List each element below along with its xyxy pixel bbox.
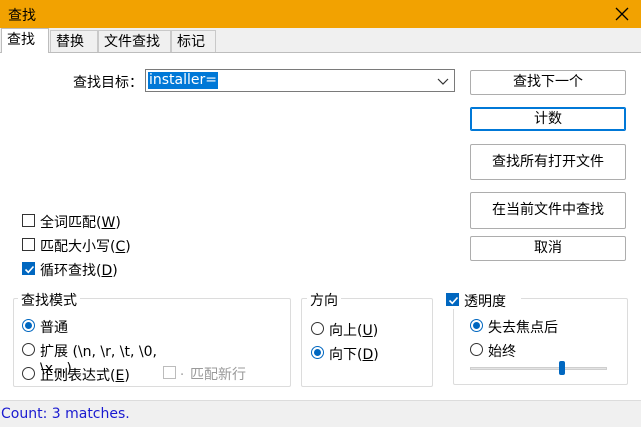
direction-up-option[interactable]: 向上(U) — [311, 320, 391, 339]
tab-find-in-files-label: 文件查找 — [104, 34, 160, 50]
title-bar: 查找 — [0, 0, 641, 28]
direction-down-label: 向下(D) — [329, 347, 379, 363]
tab-find-in-files[interactable]: 文件查找 — [98, 30, 171, 52]
tab-find-label: 查找 — [7, 32, 35, 48]
direction-group — [301, 298, 433, 387]
find-in-current-button[interactable]: 在当前文件中查找 — [470, 192, 626, 229]
tab-find[interactable]: 查找 — [1, 28, 49, 53]
status-text: Count: 3 matches. — [1, 406, 130, 422]
match-case-option[interactable]: 匹配大小写(C) — [22, 236, 152, 255]
mode-regex-radio[interactable] — [22, 367, 35, 380]
wrap-around-checkbox[interactable] — [22, 262, 35, 275]
match-newline-key: . — [180, 364, 185, 379]
transparency-always-radio[interactable] — [470, 343, 483, 356]
whole-word-label: 全词匹配(W) — [40, 215, 121, 231]
mode-normal-label: 普通 — [40, 320, 68, 336]
whole-word-checkbox[interactable] — [22, 214, 35, 227]
window-title: 查找 — [8, 8, 36, 24]
search-mode-title: 查找模式 — [18, 290, 80, 310]
transparency-always-label: 始终 — [488, 344, 516, 360]
find-next-button[interactable]: 查找下一个 — [470, 70, 626, 95]
checkmark-icon — [24, 265, 35, 274]
transparency-title: 透明度 — [464, 294, 506, 310]
tab-strip: 查找 替换 文件查找 标记 — [0, 28, 641, 53]
transparency-checkbox[interactable] — [446, 293, 459, 306]
close-button[interactable] — [611, 3, 633, 25]
wrap-around-label: 循环查找(D) — [40, 263, 118, 279]
mode-regex-option[interactable]: 正则表达式(E) — [22, 365, 142, 384]
chevron-down-icon[interactable] — [435, 71, 451, 91]
direction-down-radio[interactable] — [311, 346, 324, 359]
mode-extended-option[interactable]: 扩展 (\n, \r, \t, \0, \x...) — [22, 341, 192, 377]
mode-extended-radio[interactable] — [22, 343, 35, 356]
match-newline-option[interactable]: . 匹配新行 — [163, 364, 263, 383]
find-panel: 查找目标： installer= 查找下一个 计数 查找所有打开文件 在当前文件… — [0, 52, 641, 401]
find-dialog: 查找 查找 替换 文件查找 标记 查找目标： installer= 查找下一个 … — [0, 0, 641, 427]
match-case-label: 匹配大小写(C) — [40, 239, 131, 255]
cancel-button[interactable]: 取消 — [470, 236, 626, 261]
mode-regex-label: 正则表达式(E) — [40, 368, 130, 384]
search-input[interactable]: installer= — [148, 72, 219, 89]
transparency-lose-focus-option[interactable]: 失去焦点后 — [470, 317, 580, 336]
search-label: 查找目标： — [73, 75, 143, 91]
count-button[interactable]: 计数 — [470, 107, 626, 131]
mode-normal-option[interactable]: 普通 — [22, 317, 102, 336]
tab-replace[interactable]: 替换 — [50, 30, 98, 52]
transparency-slider[interactable] — [470, 367, 607, 370]
wrap-around-option[interactable]: 循环查找(D) — [22, 260, 142, 279]
direction-up-label: 向上(U) — [329, 323, 379, 339]
close-icon — [615, 7, 629, 21]
transparency-slider-thumb[interactable] — [558, 361, 565, 375]
match-case-checkbox[interactable] — [22, 238, 35, 251]
direction-title: 方向 — [307, 290, 341, 310]
transparency-option[interactable]: 透明度 — [445, 291, 521, 310]
tab-mark-label: 标记 — [177, 34, 205, 50]
match-newline-label: 匹配新行 — [190, 367, 246, 383]
checkmark-icon — [448, 296, 459, 305]
search-combobox[interactable]: installer= — [145, 69, 455, 92]
direction-up-radio[interactable] — [311, 322, 324, 335]
transparency-always-option[interactable]: 始终 — [470, 341, 550, 360]
direction-down-option[interactable]: 向下(D) — [311, 344, 391, 363]
tab-mark[interactable]: 标记 — [171, 30, 216, 52]
match-newline-checkbox[interactable] — [163, 366, 176, 379]
tab-replace-label: 替换 — [56, 34, 84, 50]
mode-normal-radio[interactable] — [22, 319, 35, 332]
status-bar: Count: 3 matches. — [0, 400, 641, 427]
whole-word-option[interactable]: 全词匹配(W) — [22, 212, 142, 231]
find-all-open-button[interactable]: 查找所有打开文件 — [470, 144, 626, 180]
transparency-lose-focus-label: 失去焦点后 — [488, 320, 558, 336]
transparency-lose-focus-radio[interactable] — [470, 319, 483, 332]
